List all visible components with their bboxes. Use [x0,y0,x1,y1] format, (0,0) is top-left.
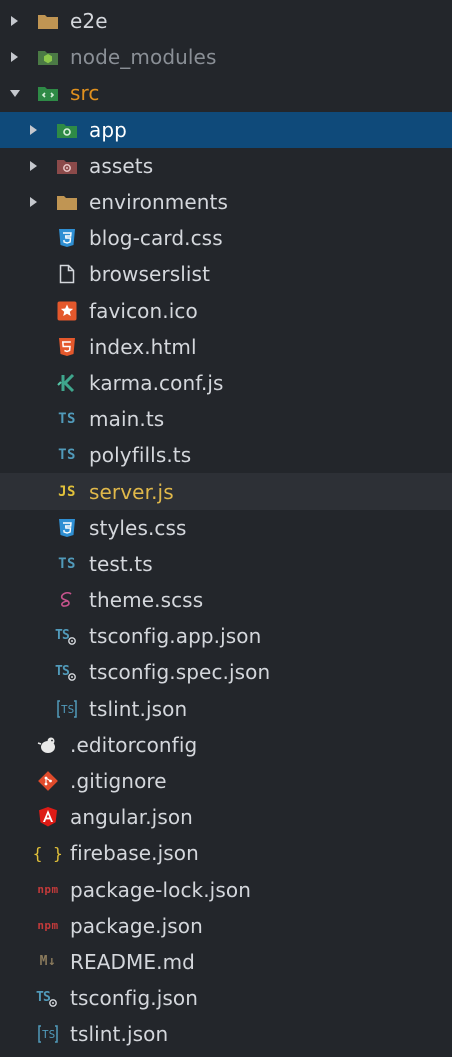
item-label: angular.json [70,805,193,830]
item-label: styles.css [89,515,187,540]
typescript-icon: TS [58,555,76,572]
file-tsconfig-app-json[interactable]: TS tsconfig.app.json [0,618,452,654]
javascript-icon: JS [58,483,76,500]
item-label: server.js [89,479,174,504]
tsconfig-icon: TS [55,625,79,647]
typescript-icon: TS [58,411,76,428]
node-folder-icon [36,46,60,68]
expand-caret-icon[interactable] [30,120,44,140]
file-gitignore[interactable]: .gitignore [0,763,452,799]
folder-assets[interactable]: assets [0,148,452,184]
svg-text:TS: TS [42,1028,55,1041]
file-firebase-json[interactable]: { } firebase.json [0,835,452,871]
file-polyfills-ts[interactable]: TS polyfills.ts [0,437,452,473]
item-label: tslint.json [89,696,188,721]
item-label: app [89,117,127,142]
item-label: environments [89,190,228,215]
file-tsconfig-spec-json[interactable]: TS tsconfig.spec.json [0,654,452,690]
karma-icon [55,372,79,394]
file-theme-scss[interactable]: theme.scss [0,582,452,618]
item-label: tsconfig.json [70,986,199,1011]
file-index-html[interactable]: index.html [0,329,452,365]
file-tslint-json[interactable]: TS tslint.json [0,691,452,727]
folder-environments[interactable]: environments [0,184,452,220]
file-readme-md[interactable]: M↓ README.md [0,944,452,980]
folder-src[interactable]: src [0,75,452,111]
tsconfig-icon: TS [55,661,79,683]
expand-caret-icon[interactable] [30,156,44,176]
file-browserslist[interactable]: browserslist [0,256,452,292]
folder-app[interactable]: app [0,111,452,148]
editorconfig-icon [36,734,60,756]
item-label: test.ts [89,551,153,576]
item-label: .gitignore [70,769,167,794]
item-label: tslint.json [70,1022,169,1047]
folder-icon [55,191,79,213]
file-main-ts[interactable]: TS main.ts [0,401,452,437]
collapse-caret-icon[interactable] [10,83,25,103]
item-label: e2e [70,9,108,34]
git-icon [36,770,60,792]
item-label: tsconfig.spec.json [89,660,271,685]
item-label: index.html [89,334,197,359]
json-braces-icon: { } [32,843,64,863]
assets-folder-icon [55,155,79,177]
sass-icon [55,589,79,611]
markdown-icon: M↓ [39,954,57,970]
item-label: package-lock.json [70,877,251,902]
file-styles-css[interactable]: styles.css [0,510,452,546]
item-label: browserslist [89,262,211,287]
expand-caret-icon[interactable] [11,11,25,31]
file-tsconfig-json[interactable]: TS tsconfig.json [0,980,452,1016]
item-label: .editorconfig [70,732,198,757]
item-label: polyfills.ts [89,443,192,468]
file-package-lock-json[interactable]: npm package-lock.json [0,872,452,908]
typescript-icon: TS [58,447,76,464]
item-label: theme.scss [89,588,204,613]
src-folder-icon [36,82,60,104]
file-karma-conf-js[interactable]: karma.conf.js [0,365,452,401]
file-explorer-tree: e2e node_modules src app assets environm… [0,0,452,1057]
svg-text:TS: TS [61,703,74,716]
item-label: tsconfig.app.json [89,624,262,649]
item-label: firebase.json [70,841,199,866]
expand-caret-icon[interactable] [30,192,44,212]
file-blog-card-css[interactable]: blog-card.css [0,220,452,256]
css-icon [55,227,79,249]
item-label: main.ts [89,407,165,432]
item-label: karma.conf.js [89,370,224,395]
file-angular-json[interactable]: angular.json [0,799,452,835]
item-label: src [70,81,100,106]
file-editorconfig[interactable]: .editorconfig [0,727,452,763]
tslint-icon: TS [55,698,79,720]
expand-caret-icon[interactable] [11,47,25,67]
item-label: README.md [70,949,195,974]
file-favicon-ico[interactable]: favicon.ico [0,293,452,329]
item-label: assets [89,153,154,178]
npm-icon: npm [37,883,59,897]
tsconfig-icon: TS [36,987,60,1009]
css-icon [55,517,79,539]
favicon-star-icon [55,300,79,322]
file-package-json[interactable]: npm package.json [0,908,452,944]
file-icon [55,263,79,285]
angular-icon [36,806,60,828]
file-test-ts[interactable]: TS test.ts [0,546,452,582]
item-label: favicon.ico [89,298,198,323]
item-label: blog-card.css [89,226,223,251]
folder-e2e[interactable]: e2e [0,3,452,39]
folder-icon [36,10,60,32]
item-label: node_modules [70,45,217,70]
file-server-js[interactable]: JS server.js [0,473,452,510]
html5-icon [55,336,79,358]
folder-node-modules[interactable]: node_modules [0,39,452,75]
item-label: package.json [70,913,203,938]
file-tslint-json-root[interactable]: TS tslint.json [0,1016,452,1052]
app-folder-icon [55,119,79,141]
tslint-icon: TS [36,1023,60,1045]
npm-icon: npm [37,919,59,933]
